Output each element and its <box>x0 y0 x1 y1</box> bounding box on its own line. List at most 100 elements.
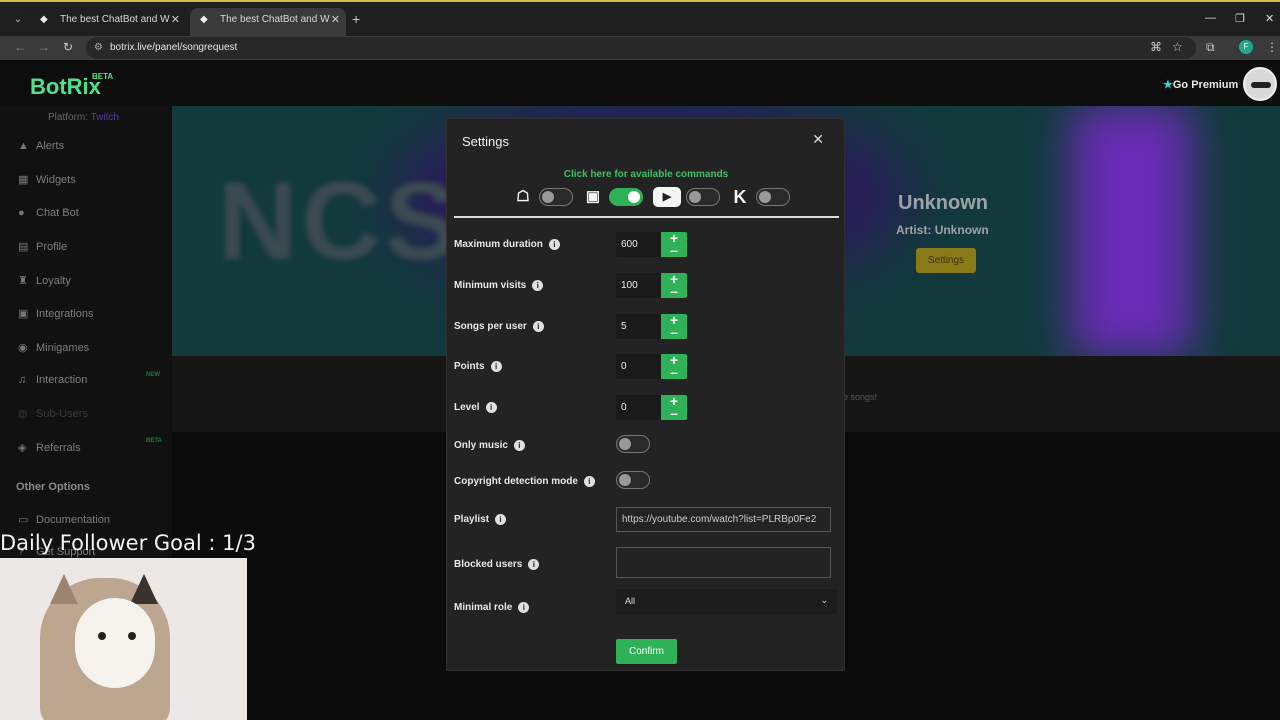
minus-icon[interactable]: – <box>661 283 687 299</box>
info-icon[interactable]: i <box>490 361 502 372</box>
close-icon[interactable]: ✕ <box>812 131 824 148</box>
toggle-knob <box>542 191 554 203</box>
available-commands-link[interactable]: Click here for available commands <box>447 169 845 180</box>
integrations-icon: ▣ <box>18 308 29 320</box>
youtube-toggle[interactable] <box>686 188 720 206</box>
playlist-input[interactable]: https://youtube.com/watch?list=PLRBp0Fe2 <box>616 507 831 532</box>
botrix-favicon-icon: ◆ <box>200 14 208 25</box>
minus-icon[interactable]: – <box>661 364 687 380</box>
sidebar-item-label: Referrals <box>36 442 81 454</box>
points-label: Points i <box>454 361 502 372</box>
user-avatar[interactable] <box>1243 67 1277 101</box>
cat-eye <box>98 632 106 640</box>
extensions-icon[interactable]: ⧉ <box>1206 40 1215 55</box>
grid-icon: ▦ <box>18 174 29 186</box>
level-text: Level <box>454 402 480 413</box>
tab-title: The best ChatBot and Widgets <box>220 14 330 25</box>
minus-icon[interactable]: – <box>661 405 687 421</box>
playlist-label: Playlist i <box>454 514 507 525</box>
browser-tab[interactable]: ◆ The best ChatBot and Widgets ✕ <box>30 8 186 36</box>
points-input[interactable]: 0 <box>616 354 661 379</box>
sidebar-item-label: Chat Bot <box>36 207 79 219</box>
min-visits-stepper[interactable]: + – <box>661 271 687 299</box>
sidebar-item-integrations[interactable]: ▣ Integrations <box>18 307 93 320</box>
max-duration-input[interactable]: 600 <box>616 232 661 257</box>
twitch-toggle[interactable] <box>609 188 643 206</box>
tab-search-icon[interactable]: ⌄ <box>8 10 28 30</box>
only-music-text: Only music <box>454 440 508 451</box>
tab-close-icon[interactable]: ✕ <box>331 13 340 26</box>
kick-alt-toggle[interactable] <box>539 188 573 206</box>
info-icon[interactable]: i <box>532 280 544 291</box>
points-stepper[interactable]: + – <box>661 352 687 380</box>
songs-per-user-stepper[interactable]: + – <box>661 312 687 340</box>
song-artist: Artist: Unknown <box>896 223 989 237</box>
info-icon[interactable]: i <box>548 239 560 250</box>
cat-eye <box>128 632 136 640</box>
url-field[interactable]: ⚙ botrix.live/panel/songrequest <box>86 37 1196 59</box>
botrix-logo[interactable]: BotRix <box>30 74 101 100</box>
tab-close-icon[interactable]: ✕ <box>171 13 180 26</box>
info-icon[interactable]: i <box>513 440 525 451</box>
info-icon[interactable]: i <box>518 602 530 613</box>
song-settings-button[interactable]: Settings <box>916 248 976 273</box>
chevron-down-icon: ⌄ <box>820 595 828 605</box>
reload-icon[interactable]: ↻ <box>63 40 73 54</box>
browser-profile-avatar[interactable]: F <box>1239 40 1253 54</box>
document-icon: ▭ <box>18 514 29 526</box>
songs-per-user-text: Songs per user <box>454 321 527 332</box>
sidebar-item-profile[interactable]: ▤ Profile <box>18 240 67 253</box>
sidebar-item-interaction[interactable]: ♫ Interaction <box>18 374 87 386</box>
browser-menu-icon[interactable]: ⋮ <box>1266 40 1278 54</box>
min-visits-input[interactable]: 100 <box>616 273 661 298</box>
sidebar-item-loyalty[interactable]: ♜ Loyalty <box>18 274 71 287</box>
browser-tab-active[interactable]: ◆ The best ChatBot and Widgets ✕ <box>190 8 346 36</box>
gamepad-icon: ◉ <box>18 342 28 354</box>
sidebar-item-referrals[interactable]: ◈ Referrals <box>18 441 81 454</box>
min-visits-label: Minimum visits i <box>454 280 544 291</box>
platform-toggles: ☖ ▣ ▶ K <box>513 185 793 211</box>
info-icon[interactable]: i <box>583 476 595 487</box>
banner-glow <box>1072 106 1192 356</box>
confirm-button[interactable]: Confirm <box>616 639 677 664</box>
sidebar-item-alerts[interactable]: ▲ Alerts <box>18 140 64 152</box>
minimal-role-select[interactable]: All ⌄ <box>616 589 837 614</box>
minus-icon[interactable]: – <box>661 324 687 340</box>
copyright-detection-toggle[interactable] <box>616 471 650 489</box>
info-icon[interactable]: i <box>485 402 497 413</box>
site-info-icon[interactable]: ⚙ <box>94 42 103 53</box>
minus-icon[interactable]: – <box>661 242 687 258</box>
minimize-icon[interactable]: — <box>1205 12 1216 24</box>
go-premium-button[interactable]: ★Go Premium <box>1163 78 1238 91</box>
blocked-users-input[interactable] <box>616 547 831 578</box>
sidebar-item-documentation[interactable]: ▭ Documentation <box>18 513 110 526</box>
sidebar-item-chat-bot[interactable]: ● Chat Bot <box>18 207 79 219</box>
max-duration-stepper[interactable]: + – <box>661 230 687 258</box>
back-icon[interactable]: ← <box>14 40 26 54</box>
song-title: Unknown <box>898 192 988 214</box>
info-icon[interactable]: i <box>532 321 544 332</box>
blocked-users-text: Blocked users <box>454 559 523 570</box>
level-stepper[interactable]: + – <box>661 393 687 421</box>
only-music-toggle[interactable] <box>616 435 650 453</box>
level-input[interactable]: 0 <box>616 395 661 420</box>
info-icon[interactable]: i <box>528 559 540 570</box>
cat-face <box>75 598 155 688</box>
sidebar-item-minigames[interactable]: ◉ Minigames <box>18 341 89 354</box>
info-icon[interactable]: i <box>495 514 507 525</box>
forward-icon[interactable]: → <box>38 40 50 54</box>
restore-icon[interactable]: ❐ <box>1235 12 1245 25</box>
kick-toggle[interactable] <box>756 188 790 206</box>
beta-badge: BETA <box>92 72 114 81</box>
star-icon: ★ <box>1163 79 1173 91</box>
max-duration-label: Maximum duration i <box>454 239 560 250</box>
bookmark-star-icon[interactable]: ☆ <box>1172 40 1183 54</box>
window-close-icon[interactable]: ✕ <box>1265 12 1274 25</box>
beta-badge: BETA <box>146 438 162 444</box>
songs-per-user-input[interactable]: 5 <box>616 314 661 339</box>
sidebar-item-widgets[interactable]: ▦ Widgets <box>18 173 76 186</box>
music-icon: ♫ <box>18 374 27 386</box>
robot-icon: ● <box>18 207 25 219</box>
translate-icon[interactable]: ⌘ <box>1150 40 1162 54</box>
new-tab-icon[interactable]: + <box>352 11 360 27</box>
